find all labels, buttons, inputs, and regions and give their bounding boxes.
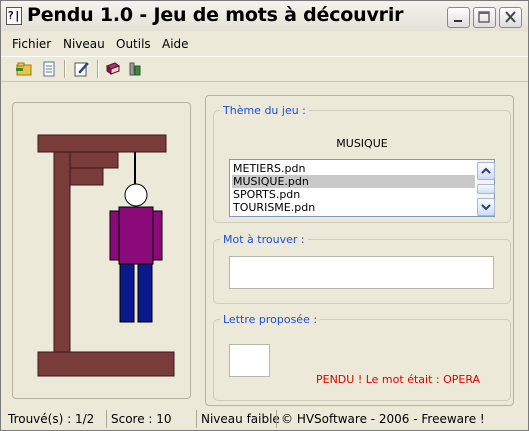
- hanged-left-arm: [109, 210, 120, 261]
- menu-outils[interactable]: Outils: [116, 37, 151, 51]
- theme-label: Thème du jeu :: [220, 104, 309, 117]
- minimize-icon: [454, 20, 462, 22]
- open-folder-icon[interactable]: [15, 60, 33, 78]
- edit-icon[interactable]: [72, 60, 90, 78]
- hanged-right-leg: [137, 263, 153, 323]
- theme-group: Thème du jeu : MUSIQUE METIERS.pdn MUSIQ…: [213, 104, 511, 223]
- app-icon[interactable]: ?|: [6, 7, 22, 25]
- letter-group: Lettre proposée : PENDU ! Le mot était :…: [213, 313, 511, 401]
- word-field: [229, 256, 494, 289]
- toolbar-separator: [64, 60, 66, 78]
- gallows-top-beam: [37, 134, 167, 153]
- status-level: Niveau faible: [196, 410, 280, 428]
- hanged-left-leg: [119, 263, 135, 323]
- status-score: Score : 10: [106, 410, 172, 428]
- hanged-right-arm: [152, 210, 163, 261]
- close-button[interactable]: [499, 7, 522, 28]
- maximize-icon: [478, 11, 490, 23]
- game-panel: Thème du jeu : MUSIQUE METIERS.pdn MUSIQ…: [205, 95, 514, 406]
- status-found: Trouvé(s) : 1/2: [8, 412, 95, 426]
- window-title: Pendu 1.0 - Jeu de mots à découvrir: [27, 4, 404, 26]
- letter-label: Lettre proposée :: [220, 313, 321, 326]
- gallows-step-1: [69, 151, 119, 169]
- scroll-thumb[interactable]: [477, 184, 495, 194]
- scroll-up-button[interactable]: [477, 162, 495, 180]
- gallows-base: [37, 351, 175, 377]
- toolbar: [1, 56, 528, 82]
- menu-aide[interactable]: Aide: [162, 37, 189, 51]
- list-item[interactable]: SPORTS.pdn: [232, 188, 475, 201]
- status-bar: Trouvé(s) : 1/2 Score : 10 Niveau faible…: [1, 408, 528, 430]
- game-result-message: PENDU ! Le mot était : OPERA: [316, 373, 481, 386]
- list-item[interactable]: TOURISME.pdn: [232, 201, 475, 214]
- hangman-drawing: [37, 134, 175, 377]
- maximize-button[interactable]: [473, 7, 496, 28]
- book-icon[interactable]: [104, 60, 122, 78]
- list-item[interactable]: METIERS.pdn: [232, 162, 475, 175]
- letter-input[interactable]: [229, 344, 270, 377]
- menu-niveau[interactable]: Niveau: [63, 37, 105, 51]
- selected-theme: MUSIQUE: [336, 137, 388, 150]
- title-bar[interactable]: ?| Pendu 1.0 - Jeu de mots à découvrir: [1, 1, 528, 31]
- word-label: Mot à trouver :: [220, 233, 308, 246]
- minimize-button[interactable]: [447, 7, 470, 28]
- scroll-down-button[interactable]: [477, 198, 495, 216]
- app-window: ?| Pendu 1.0 - Jeu de mots à découvrir F…: [0, 0, 529, 431]
- menu-bar: Fichier Niveau Outils Aide: [1, 34, 528, 54]
- list-item-selected[interactable]: MUSIQUE.pdn: [232, 175, 475, 188]
- chevron-up-icon: [481, 167, 491, 174]
- chevron-down-icon: [481, 204, 491, 211]
- tools-icon[interactable]: [126, 60, 144, 78]
- toolbar-separator: [97, 60, 99, 78]
- hangman-panel: [12, 102, 191, 399]
- close-icon: [505, 11, 516, 23]
- document-icon[interactable]: [40, 60, 58, 78]
- gallows-step-2: [69, 167, 104, 186]
- word-group: Mot à trouver :: [213, 233, 511, 304]
- list-scrollbar[interactable]: [477, 160, 495, 216]
- theme-listbox[interactable]: METIERS.pdn MUSIQUE.pdn SPORTS.pdn TOURI…: [229, 159, 495, 217]
- hanged-head: [124, 183, 148, 207]
- hanged-torso: [118, 206, 154, 265]
- menu-fichier[interactable]: Fichier: [12, 37, 51, 51]
- gallows-post: [53, 151, 71, 353]
- status-credits: © HVSoftware - 2006 - Freeware !: [276, 410, 485, 428]
